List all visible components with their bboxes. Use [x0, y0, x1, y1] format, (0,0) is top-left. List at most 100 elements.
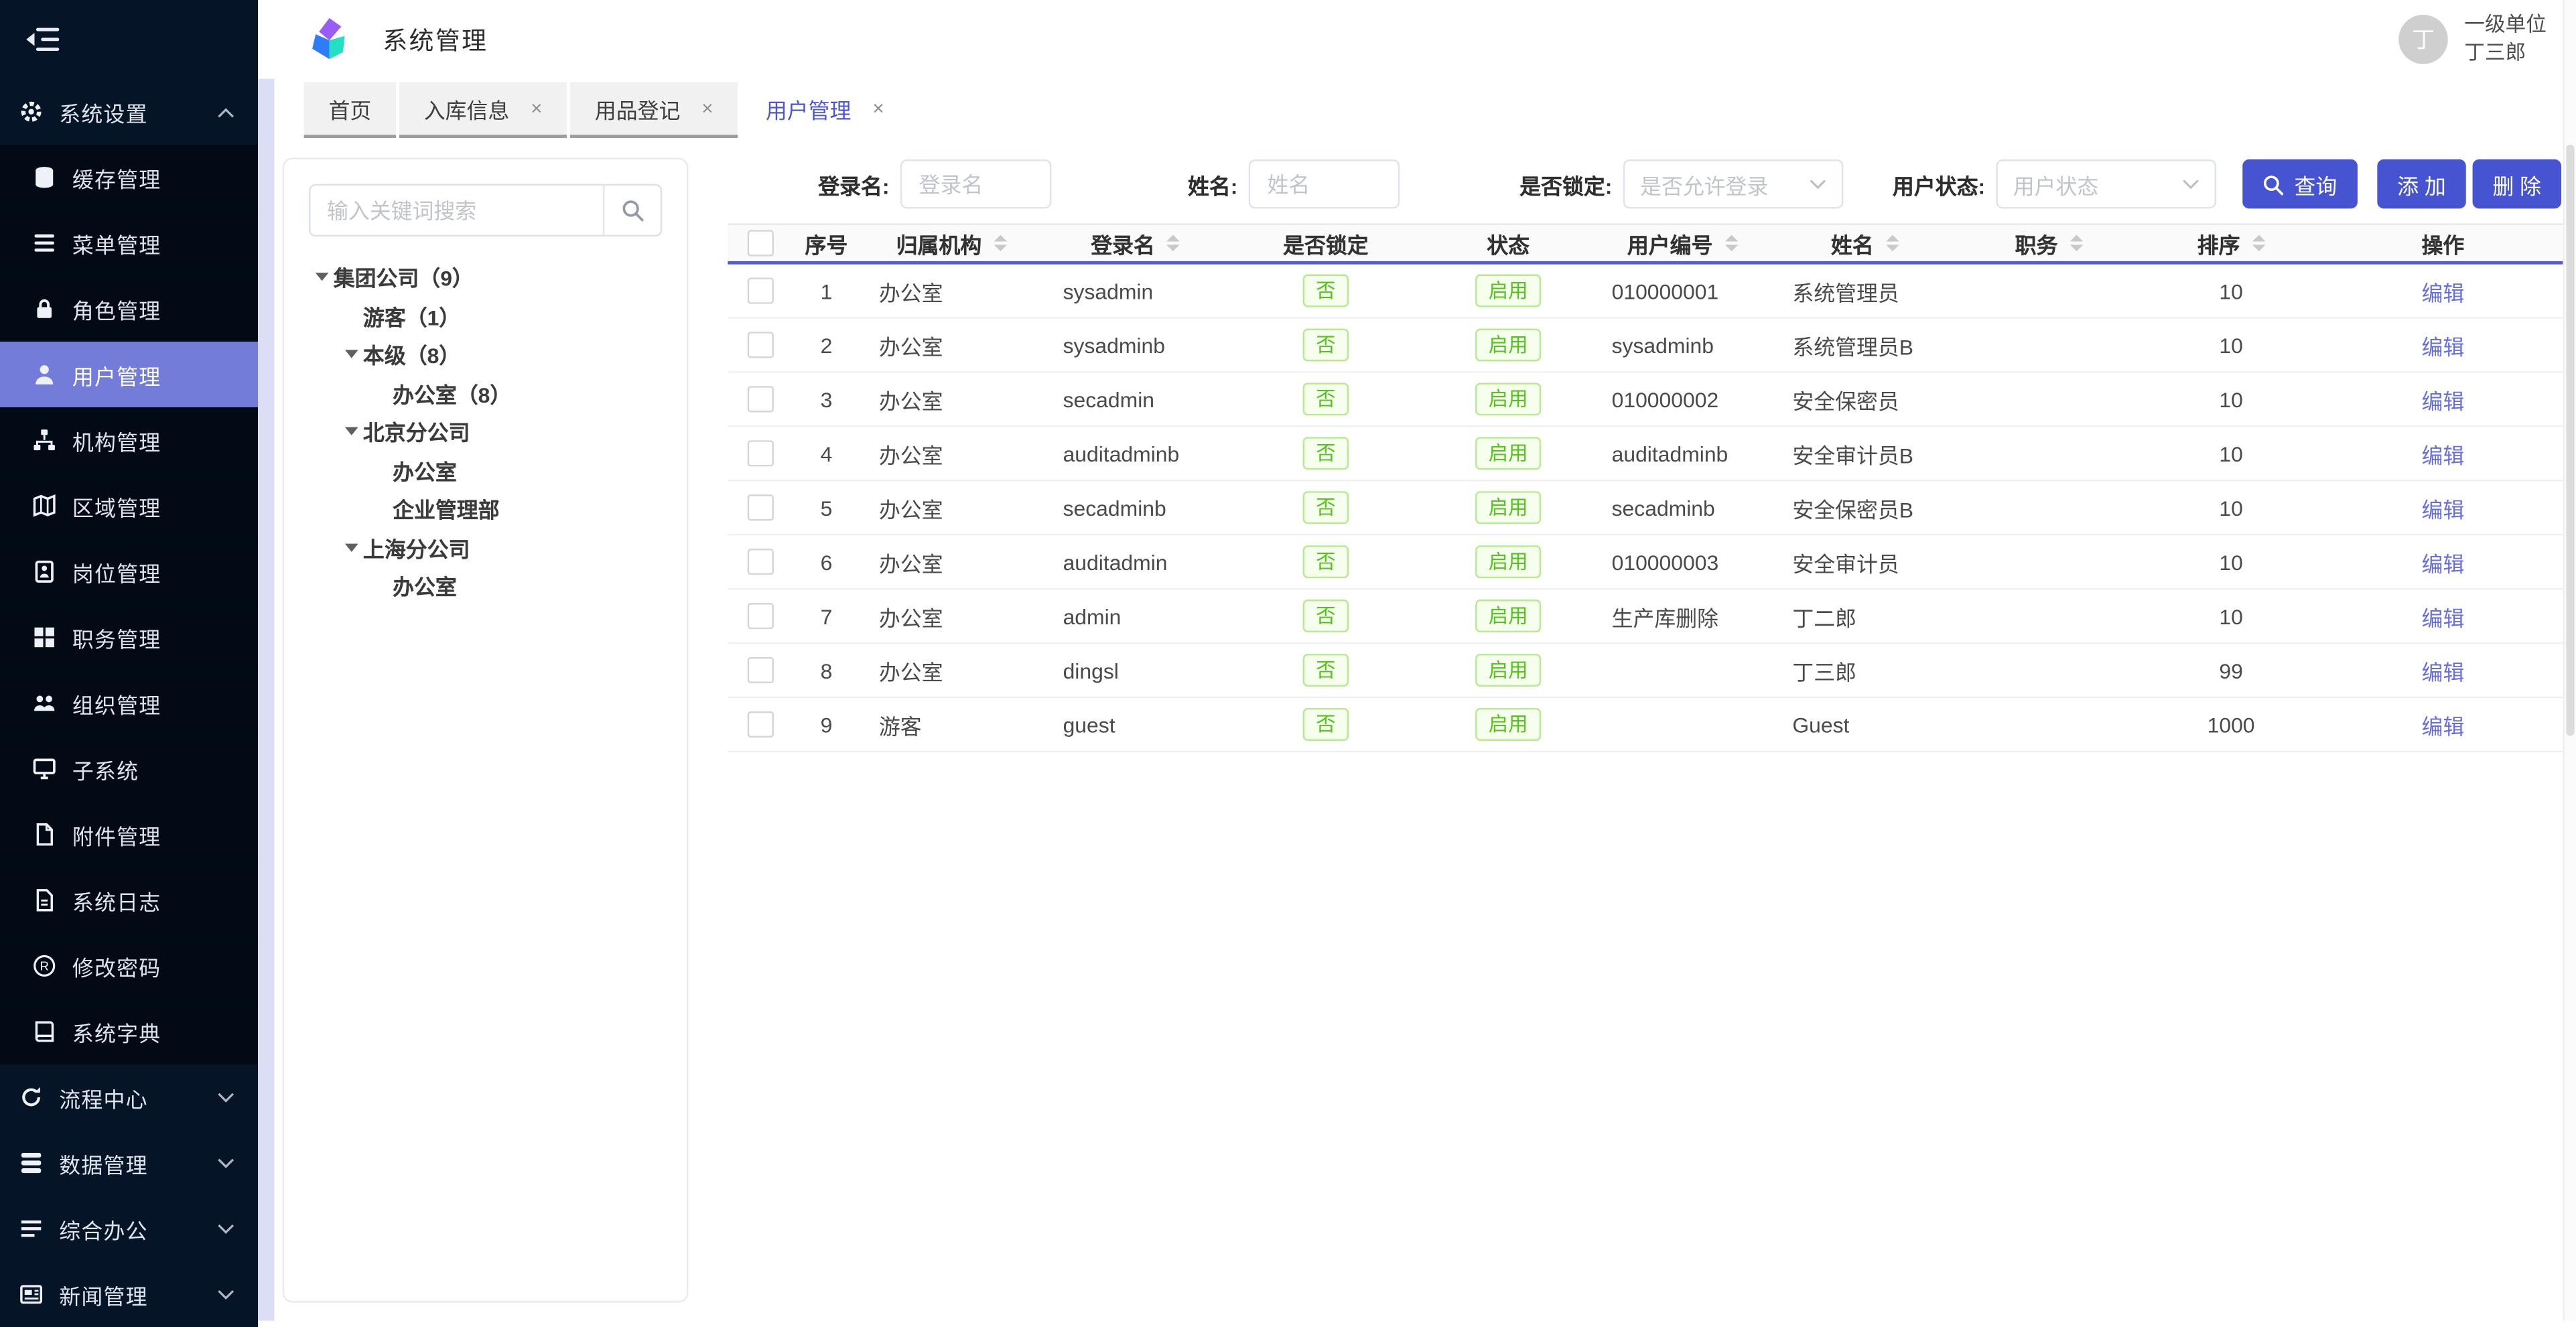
sidebar-item-职务管理[interactable]: 职务管理	[0, 604, 258, 670]
row-checkbox[interactable]	[748, 549, 774, 575]
filter-bar: 登录名: 姓名: 是否锁定: 是否允许登录 用户状态: 用户状态 查询 添	[688, 157, 2563, 210]
sidebar-item-角色管理[interactable]: 角色管理	[0, 276, 258, 342]
sidebar-item-修改密码[interactable]: R修改密码	[0, 933, 258, 999]
tree-node-办公室（8）[interactable]: 办公室（8）	[297, 374, 674, 413]
sidebar-item-流程中心[interactable]: 流程中心	[0, 1064, 258, 1130]
sidebar-item-区域管理[interactable]: 区域管理	[0, 473, 258, 539]
sidebar-item-子系统[interactable]: 子系统	[0, 736, 258, 802]
sidebar-scrollbar[interactable]	[258, 79, 275, 1321]
caret-down-icon[interactable]	[310, 273, 333, 281]
tree-node-游客（1）[interactable]: 游客（1）	[297, 297, 674, 336]
tab-首页[interactable]: 首页	[304, 82, 396, 138]
column-header-login: 登录名	[1043, 228, 1227, 259]
sidebar-item-label: 区域管理	[72, 490, 161, 522]
tree-node-办公室[interactable]: 办公室	[297, 567, 674, 606]
sidebar-item-label: 流程中心	[59, 1082, 147, 1113]
edit-link[interactable]: 编辑	[2422, 275, 2465, 307]
edit-link[interactable]: 编辑	[2422, 654, 2465, 686]
select-all-checkbox[interactable]	[748, 230, 774, 256]
tree-node-上海分公司[interactable]: 上海分公司	[297, 528, 674, 567]
tree-node-北京分公司[interactable]: 北京分公司	[297, 413, 674, 451]
row-checkbox[interactable]	[748, 440, 774, 466]
add-button[interactable]: 添 加	[2377, 159, 2465, 209]
sort-caret-icon[interactable]	[993, 235, 1006, 252]
sidebar-item-附件管理[interactable]: 附件管理	[0, 802, 258, 867]
sidebar-item-系统日志[interactable]: 系统日志	[0, 867, 258, 933]
sort-caret-icon[interactable]	[1166, 235, 1180, 252]
caret-down-icon[interactable]	[340, 350, 363, 358]
header-user-area[interactable]: 丁 一级单位 丁三郎	[2398, 11, 2556, 67]
column-header-duty: 职务	[1957, 228, 2141, 259]
cell-status: 启用	[1424, 545, 1592, 578]
sort-caret-icon[interactable]	[1885, 235, 1899, 252]
sort-caret-icon[interactable]	[2070, 235, 2083, 252]
sort-caret-icon[interactable]	[1724, 235, 1738, 252]
sidebar-item-综合办公[interactable]: 综合办公	[0, 1196, 258, 1261]
cell-action: 编辑	[2321, 709, 2565, 740]
edit-link[interactable]: 编辑	[2422, 600, 2465, 632]
column-header-label: 职务	[2015, 228, 2058, 259]
search-button[interactable]: 查询	[2242, 159, 2358, 209]
tree-node-企业管理部[interactable]: 企业管理部	[297, 490, 674, 529]
row-checkbox[interactable]	[748, 494, 774, 520]
chevron-down-icon	[2182, 178, 2200, 190]
cell-user_no: 生产库删除	[1592, 600, 1773, 632]
tab-用品登记[interactable]: 用品登记×	[570, 82, 738, 138]
sidebar-item-新闻管理[interactable]: 新闻管理	[0, 1261, 258, 1327]
status-badge: 启用	[1475, 328, 1541, 361]
edit-link[interactable]: 编辑	[2422, 709, 2465, 740]
tree-node-集团公司（9）[interactable]: 集团公司（9）	[297, 258, 674, 297]
edit-link[interactable]: 编辑	[2422, 492, 2465, 523]
column-header-sort: 排序	[2141, 228, 2321, 259]
close-icon[interactable]: ×	[531, 97, 542, 120]
row-checkbox[interactable]	[748, 657, 774, 683]
page-scrollbar-thumb[interactable]	[2566, 145, 2574, 736]
cell-status: 启用	[1424, 600, 1592, 632]
cell-checkbox	[728, 332, 793, 358]
delete-button[interactable]: 删 除	[2473, 159, 2561, 209]
edit-link[interactable]: 编辑	[2422, 546, 2465, 577]
cell-sort: 99	[2141, 658, 2321, 683]
sort-caret-icon[interactable]	[2252, 235, 2265, 252]
menu-fold-icon[interactable]	[26, 28, 59, 51]
sidebar-item-系统字典[interactable]: 系统字典	[0, 999, 258, 1064]
tab-用户管理[interactable]: 用户管理×	[741, 82, 908, 138]
sidebar-item-缓存管理[interactable]: 缓存管理	[0, 145, 258, 210]
row-checkbox[interactable]	[748, 277, 774, 303]
sidebar-item-岗位管理[interactable]: 岗位管理	[0, 539, 258, 604]
cell-sort: 10	[2141, 387, 2321, 411]
row-checkbox[interactable]	[748, 332, 774, 358]
edit-link[interactable]: 编辑	[2422, 330, 2465, 361]
close-icon[interactable]: ×	[701, 97, 713, 120]
name-input[interactable]	[1249, 159, 1401, 209]
column-header-label: 用户编号	[1627, 228, 1713, 259]
tree-search-button[interactable]	[603, 186, 661, 235]
row-checkbox[interactable]	[748, 603, 774, 629]
sidebar-item-机构管理[interactable]: 机构管理	[0, 407, 258, 473]
row-checkbox[interactable]	[748, 711, 774, 738]
sidebar-item-菜单管理[interactable]: 菜单管理	[0, 210, 258, 276]
locked-select[interactable]: 是否允许登录	[1624, 159, 1844, 209]
row-checkbox[interactable]	[748, 386, 774, 412]
edit-link[interactable]: 编辑	[2422, 438, 2465, 470]
cell-locked: 否	[1227, 275, 1424, 307]
sidebar-menu: 系统设置缓存管理菜单管理角色管理用户管理机构管理区域管理岗位管理职务管理组织管理…	[0, 79, 258, 1321]
login-input[interactable]	[901, 159, 1053, 209]
sidebar-item-用户管理[interactable]: 用户管理	[0, 342, 258, 407]
sidebar-item-数据管理[interactable]: 数据管理	[0, 1130, 258, 1196]
tree-search-input[interactable]	[310, 186, 602, 235]
tab-入库信息[interactable]: 入库信息×	[399, 82, 567, 138]
edit-link[interactable]: 编辑	[2422, 384, 2465, 415]
caret-down-icon[interactable]	[340, 543, 363, 551]
tree-node-label: 上海分公司	[363, 532, 470, 563]
sidebar-item-系统设置[interactable]: 系统设置	[0, 79, 258, 145]
tree-node-本级（8）[interactable]: 本级（8）	[297, 335, 674, 374]
sidebar-item-组织管理[interactable]: 组织管理	[0, 670, 258, 736]
caret-down-icon[interactable]	[340, 427, 363, 435]
tree-node-办公室[interactable]: 办公室	[297, 451, 674, 490]
close-icon[interactable]: ×	[872, 97, 884, 120]
status-select[interactable]: 用户状态	[1996, 159, 2217, 209]
team-icon	[33, 691, 56, 714]
avatar[interactable]: 丁	[2398, 15, 2448, 64]
tree-node-label: 北京分公司	[363, 416, 470, 447]
